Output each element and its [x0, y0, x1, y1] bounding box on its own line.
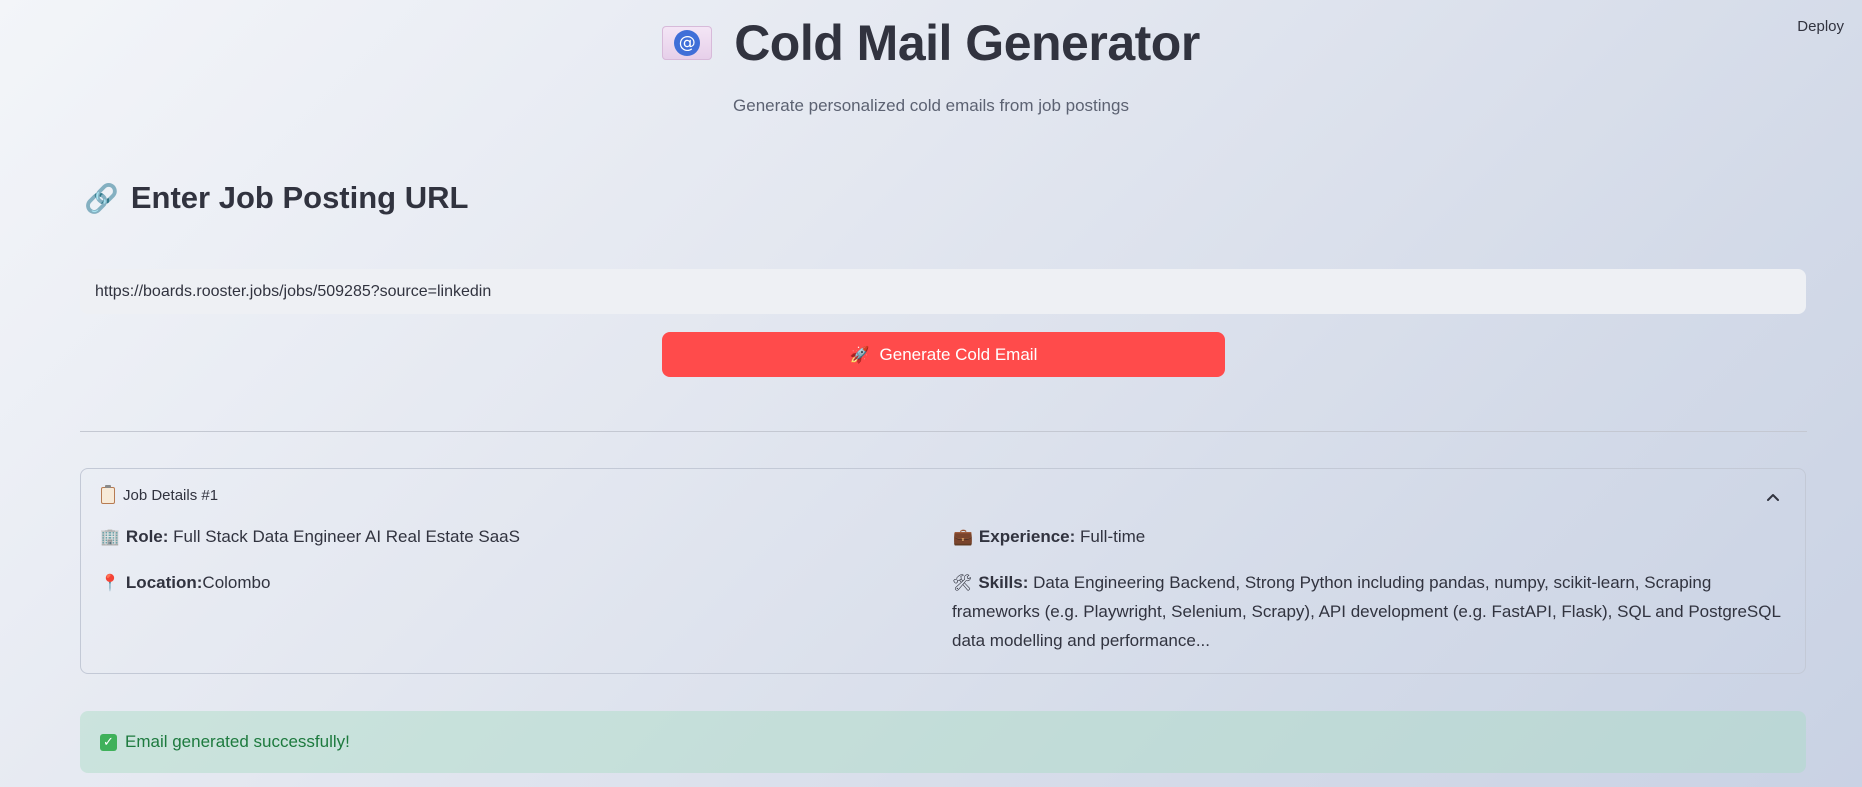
job-experience: 💼 Experience: Full-time — [953, 522, 1145, 551]
location-label: Location: — [125, 573, 203, 592]
envelope-at-icon: @ — [662, 26, 713, 60]
job-skills: 🛠 Skills: Data Engineering Backend, Stron… — [952, 568, 1792, 655]
skills-label: Skills: — [978, 573, 1029, 592]
job-role: 🏢 Role: Full Stack Data Engineer AI Real … — [100, 522, 520, 551]
job-details-title: Job Details #1 — [123, 487, 219, 504]
page-title: Cold Mail Generator — [734, 15, 1200, 71]
success-alert: ✓ Email generated successfully! — [80, 711, 1806, 773]
location-value: Colombo — [202, 573, 271, 592]
url-section-heading: 🔗 Enter Job Posting URL — [84, 180, 468, 216]
generate-button-label: Generate Cold Email — [879, 344, 1038, 364]
rocket-icon: 🚀 — [849, 345, 870, 364]
briefcase-icon: 💼 — [953, 527, 973, 546]
role-label: Role: — [125, 527, 169, 546]
job-location: 📍 Location:Colombo — [100, 568, 270, 597]
check-mark-icon: ✓ — [100, 733, 117, 751]
page-subtitle: Generate personalized cold emails from j… — [733, 96, 1129, 115]
clipboard-icon — [101, 485, 115, 504]
office-building-icon: 🏢 — [100, 527, 120, 546]
job-details-header[interactable]: Job Details #1 — [101, 485, 219, 504]
role-value: Full Stack Data Engineer AI Real Estate … — [173, 527, 520, 546]
success-message: Email generated successfully! — [125, 732, 350, 751]
link-icon: 🔗 — [84, 181, 119, 215]
page-header: @ Cold Mail Generator — [0, 14, 1862, 72]
location-pin-icon: 📍 — [100, 573, 120, 592]
divider — [80, 431, 1807, 432]
experience-value: Full-time — [1080, 527, 1146, 546]
chevron-up-icon[interactable] — [1763, 487, 1783, 507]
url-section-title: Enter Job Posting URL — [130, 180, 469, 215]
skills-value: Data Engineering Backend, Strong Python … — [952, 573, 1781, 650]
experience-label: Experience: — [978, 527, 1076, 546]
job-url-input[interactable] — [80, 269, 1806, 314]
tools-icon: 🛠 — [952, 573, 973, 592]
generate-cold-email-button[interactable]: 🚀 Generate Cold Email — [662, 332, 1225, 377]
